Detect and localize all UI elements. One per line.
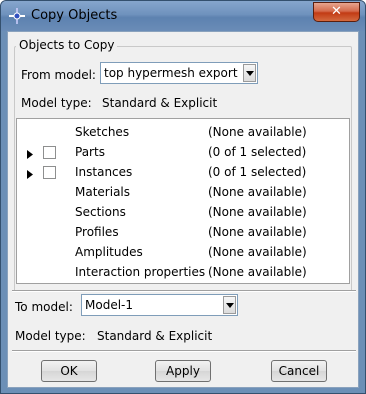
to-model-type-value: Standard & Explicit (97, 329, 213, 343)
from-model-type-label: Model type: (21, 96, 92, 110)
from-model-type-value: Standard & Explicit (102, 96, 218, 110)
tree-row-status: (0 of 1 selected) (208, 145, 307, 159)
dialog-client-area: Objects to Copy From model: top hypermes… (7, 31, 359, 388)
from-model-value: top hypermesh export (104, 66, 238, 80)
tree-row-label: Parts (75, 145, 105, 159)
dialog-window: Copy Objects ✕ Objects to Copy From mode… (0, 0, 366, 394)
tree-row-label: Profiles (75, 225, 119, 239)
apply-button[interactable]: Apply (155, 360, 211, 382)
tree-row-checkbox[interactable] (43, 146, 56, 159)
buttons-divider (12, 350, 356, 352)
tree-row-status: (None available) (208, 245, 307, 259)
tree-row-label: Amplitudes (75, 245, 143, 259)
tree-row-label: Instances (75, 165, 133, 179)
tree-row-label: Sections (75, 205, 126, 219)
to-model-select[interactable]: Model-1 (81, 294, 238, 316)
tree-row[interactable]: Interaction properties (None available) (17, 262, 335, 282)
tree-row[interactable]: Sketches (None available) (17, 122, 335, 142)
from-model-dropdown-arrow[interactable] (243, 64, 256, 82)
tree-row[interactable]: Profiles (None available) (17, 222, 335, 242)
ok-button[interactable]: OK (41, 360, 97, 382)
cancel-button[interactable]: Cancel (271, 360, 327, 382)
objects-tree[interactable]: Sketches (None available) Parts (0 of 1 sel… (16, 118, 350, 284)
tree-row-status: (None available) (208, 125, 307, 139)
abaqus-app-icon (8, 7, 26, 25)
to-model-value: Model-1 (85, 298, 133, 312)
tree-row-label: Sketches (75, 125, 130, 139)
expand-arrow-icon[interactable] (27, 148, 33, 162)
tree-row[interactable]: Instances (0 of 1 selected) (17, 162, 335, 182)
tree-row-status: (None available) (208, 265, 307, 279)
expand-arrow-icon[interactable] (27, 168, 33, 182)
tree-row[interactable]: Materials (None available) (17, 182, 335, 202)
title-bar[interactable]: Copy Objects ✕ (1, 1, 365, 31)
section-divider (12, 290, 356, 292)
from-model-label: From model: (21, 68, 96, 82)
to-model-type-label: Model type: (15, 329, 86, 343)
close-icon: ✕ (331, 4, 342, 19)
tree-row-status: (None available) (208, 225, 307, 239)
from-model-select[interactable]: top hypermesh export (100, 62, 258, 84)
tree-row-label: Materials (75, 185, 131, 199)
chevron-down-icon (226, 303, 234, 308)
to-model-label: To model: (15, 300, 73, 314)
chevron-down-icon (246, 71, 254, 76)
tree-row-status: (None available) (208, 185, 307, 199)
tree-row[interactable]: Amplitudes (None available) (17, 242, 335, 262)
tree-row-status: (None available) (208, 205, 307, 219)
group-legend: Objects to Copy (16, 38, 118, 52)
to-model-dropdown-arrow[interactable] (223, 296, 236, 314)
window-title: Copy Objects (31, 8, 118, 23)
close-button[interactable]: ✕ (313, 2, 360, 22)
tree-row[interactable]: Parts (0 of 1 selected) (17, 142, 335, 162)
tree-row-status: (0 of 1 selected) (208, 165, 307, 179)
tree-row-label: Interaction properties (75, 265, 206, 279)
tree-row-checkbox[interactable] (43, 166, 56, 179)
tree-row[interactable]: Sections (None available) (17, 202, 335, 222)
